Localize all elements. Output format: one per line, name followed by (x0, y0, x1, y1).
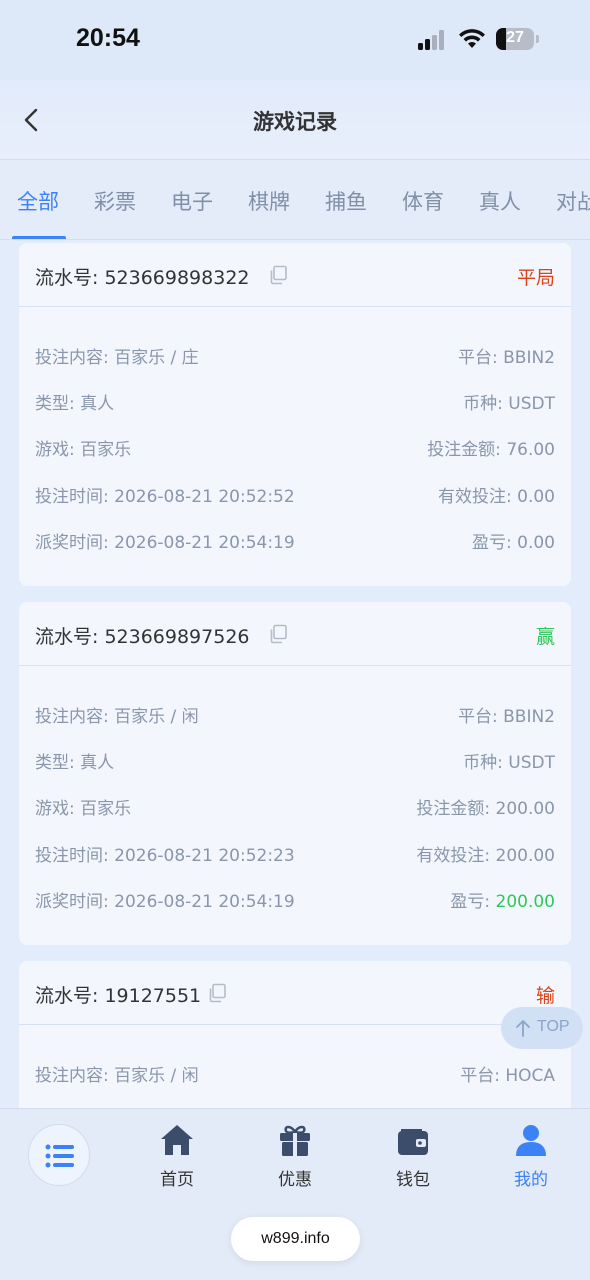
status-bar: 20:54 27 (0, 0, 590, 80)
bet-amount: 投注金额: 200.00 (416, 799, 555, 819)
nav-wallet[interactable]: 钱包 (368, 1119, 458, 1190)
nav-promotions-label: 优惠 (278, 1170, 312, 1190)
record-card: 流水号: 523669898322 平局 投注内容: 百家乐 / 庄 平台: B… (19, 243, 571, 586)
profit-label: 盈亏: (472, 533, 518, 553)
bet-time: 投注时间: 2026-08-21 20:52:23 (35, 846, 295, 866)
user-icon (516, 1125, 546, 1156)
game-type: 类型: 真人 (35, 394, 115, 414)
tab-pvp[interactable]: 对战 (556, 186, 590, 216)
list-icon (45, 1144, 74, 1168)
bet-content: 投注内容: 百家乐 / 闲 (35, 1066, 199, 1086)
page-title: 游戏记录 (253, 110, 337, 134)
valid-bet: 有效投注: 0.00 (438, 487, 555, 507)
bet-time: 投注时间: 2026-08-21 20:52:52 (35, 487, 295, 507)
nav-profile-label: 我的 (514, 1170, 548, 1190)
result-badge: 输 (535, 985, 555, 1007)
wifi-icon (459, 29, 485, 48)
nav-home[interactable]: 首页 (132, 1119, 222, 1190)
record-header: 流水号: 19127551 输 (19, 961, 571, 1025)
url-bar[interactable]: w899.info (231, 1217, 360, 1261)
home-icon (161, 1125, 193, 1155)
detail-row: 投注时间: 2026-08-21 20:52:23 有效投注: 200.00 (35, 841, 555, 866)
tab-sports[interactable]: 体育 (402, 186, 444, 216)
detail-row: 投注时间: 2026-08-21 20:52:52 有效投注: 0.00 (35, 482, 555, 507)
serial-number: 流水号: 523669898322 (35, 267, 250, 289)
record-header: 流水号: 523669898322 平局 (19, 243, 571, 307)
profit-label: 盈亏: (450, 892, 496, 912)
detail-row: 投注内容: 百家乐 / 闲 平台: BBIN2 (35, 702, 555, 727)
detail-row: 派奖时间: 2026-08-21 20:54:19 盈亏: 200.00 (35, 887, 555, 912)
arrow-up-icon (516, 1020, 530, 1037)
tab-fishing[interactable]: 捕鱼 (325, 186, 367, 216)
tab-all[interactable]: 全部 (17, 186, 59, 216)
platform: 平台: BBIN2 (457, 348, 555, 368)
copy-icon[interactable] (207, 982, 229, 1004)
game-type: 类型: 真人 (35, 753, 115, 773)
bet-content: 投注内容: 百家乐 / 庄 (35, 348, 199, 368)
detail-row: 游戏: 百家乐 投注金额: 200.00 (35, 794, 555, 819)
record-card: 流水号: 19127551 输 投注内容: 百家乐 / 闲 平台: HOCA (19, 961, 571, 1109)
platform: 平台: HOCA (460, 1066, 555, 1086)
nav-promotions[interactable]: 优惠 (250, 1119, 340, 1190)
detail-row: 投注内容: 百家乐 / 庄 平台: BBIN2 (35, 343, 555, 368)
serial-number: 流水号: 523669897526 (35, 626, 250, 648)
profit-value: 0.00 (517, 533, 555, 553)
tab-slots[interactable]: 电子 (171, 186, 213, 216)
nav-wallet-label: 钱包 (396, 1170, 430, 1190)
bet-amount: 投注金额: 76.00 (427, 440, 555, 460)
signal-icon (418, 30, 450, 50)
profit: 盈亏: 200.00 (450, 887, 555, 912)
tab-lottery[interactable]: 彩票 (94, 186, 136, 216)
payout-time: 派奖时间: 2026-08-21 20:54:19 (35, 533, 295, 553)
game-name: 游戏: 百家乐 (35, 440, 132, 460)
battery-level: 27 (506, 29, 524, 46)
battery-icon: 27 (496, 28, 534, 50)
nav-bar: 游戏记录 (0, 80, 590, 160)
detail-row: 投注内容: 百家乐 / 闲 平台: HOCA (35, 1061, 555, 1086)
tab-live[interactable]: 真人 (479, 186, 521, 216)
bet-content: 投注内容: 百家乐 / 闲 (35, 707, 199, 727)
status-time: 20:54 (76, 24, 140, 52)
detail-row: 游戏: 百家乐 投注金额: 76.00 (35, 435, 555, 460)
nav-profile[interactable]: 我的 (486, 1119, 576, 1190)
currency: 币种: USDT (463, 753, 555, 773)
game-name: 游戏: 百家乐 (35, 799, 132, 819)
record-card: 流水号: 523669897526 赢 投注内容: 百家乐 / 闲 平台: BB… (19, 602, 571, 945)
serial-number: 流水号: 19127551 (35, 985, 202, 1007)
valid-bet: 有效投注: 200.00 (416, 846, 555, 866)
category-tabs: 全部 彩票 电子 棋牌 捕鱼 体育 真人 对战 (0, 160, 590, 240)
detail-row: 类型: 真人 币种: USDT (35, 748, 555, 773)
record-header: 流水号: 523669897526 赢 (19, 602, 571, 666)
tab-chess[interactable]: 棋牌 (248, 186, 290, 216)
gift-icon (280, 1125, 310, 1156)
record-list[interactable]: 流水号: 523669898322 平局 投注内容: 百家乐 / 庄 平台: B… (0, 241, 590, 1109)
detail-row: 类型: 真人 币种: USDT (35, 389, 555, 414)
currency: 币种: USDT (463, 394, 555, 414)
result-badge: 平局 (516, 267, 555, 289)
payout-time: 派奖时间: 2026-08-21 20:54:19 (35, 892, 295, 912)
result-badge: 赢 (535, 626, 555, 648)
platform: 平台: BBIN2 (457, 707, 555, 727)
nav-home-label: 首页 (160, 1170, 194, 1190)
copy-icon[interactable] (268, 623, 290, 645)
copy-icon[interactable] (268, 264, 290, 286)
menu-button[interactable] (28, 1124, 90, 1186)
battery-cap (536, 35, 539, 43)
detail-row: 派奖时间: 2026-08-21 20:54:19 盈亏: 0.00 (35, 528, 555, 553)
profit: 盈亏: 0.00 (472, 528, 555, 553)
wallet-icon (398, 1129, 428, 1155)
back-to-top-button[interactable]: TOP (501, 1007, 583, 1049)
back-to-top-label: TOP (537, 1018, 570, 1035)
profit-value: 200.00 (495, 892, 555, 912)
tab-active-indicator (12, 236, 66, 239)
